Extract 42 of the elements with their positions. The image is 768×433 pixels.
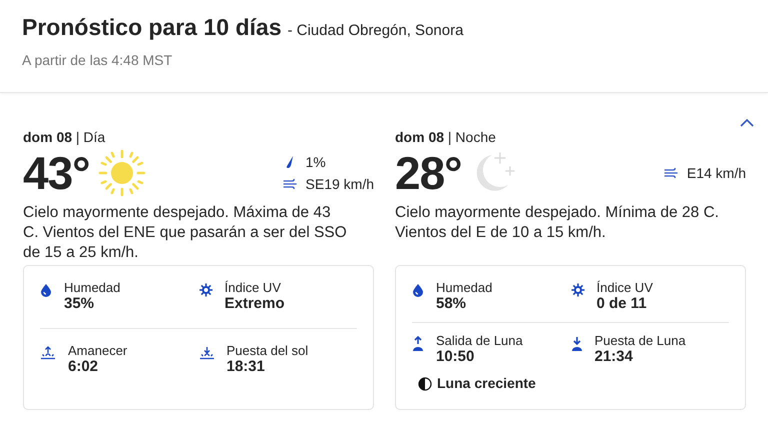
drop-icon xyxy=(412,283,424,297)
sun-icon xyxy=(570,283,584,297)
forecast-description: Cielo mayormente despejado. Mínima de 28 C. Vientos del E de 10 a 15 km/h. xyxy=(395,203,720,243)
detail-label: Puesta del sol xyxy=(226,343,308,358)
detail-label: Salida de Luna xyxy=(436,333,524,348)
forecast-description: Cielo mayormente despejado. Máxima de 43 C. Vientos del ENE que pasarán a ser del SSO de 15 a 25 km/h. xyxy=(23,203,348,263)
detail-value: 18:31 xyxy=(226,358,266,375)
page-title: Pronóstico para 10 días xyxy=(22,14,282,41)
temperature: 28° xyxy=(395,146,462,200)
stat-value: E14 km/h xyxy=(686,165,746,181)
detail-value: 10:50 xyxy=(436,348,476,365)
detail-label: Índice UV xyxy=(596,280,653,295)
stat-value: 1% xyxy=(306,154,326,170)
detail-value: 58% xyxy=(436,295,468,312)
half-moon-icon xyxy=(418,377,432,391)
detail-value: 21:34 xyxy=(594,348,634,365)
detail-label: Humedad xyxy=(436,280,492,295)
temperature: 43° xyxy=(23,146,90,200)
detail-label: Puesta de Luna xyxy=(594,333,686,348)
detail-value: 35% xyxy=(64,295,96,312)
chevron-icon xyxy=(740,118,754,127)
sun-icon xyxy=(198,283,212,297)
moonset-icon xyxy=(570,336,582,352)
updated-time: A partir de las 4:48 MST xyxy=(22,52,174,68)
period-label: dom 08 | Noche xyxy=(395,129,497,145)
moon-phase: Luna creciente xyxy=(437,374,536,390)
drop-icon xyxy=(40,283,52,297)
wind-icon xyxy=(282,178,297,190)
moonrise-icon xyxy=(412,336,424,352)
detail-value: 0 de 11 xyxy=(596,295,648,312)
sunrise-icon xyxy=(40,346,56,360)
period-label: dom 08 | Día xyxy=(23,129,106,145)
sun-icon xyxy=(98,149,146,197)
location-text: - Ciudad Obregón, Sonora xyxy=(287,22,464,39)
detail-value: 6:02 xyxy=(68,358,100,375)
stat-value: SE19 km/h xyxy=(306,176,374,192)
detail-label: Índice UV xyxy=(224,280,282,295)
detail-label: Humedad xyxy=(64,280,120,295)
wind-icon xyxy=(664,167,678,179)
sunset-icon xyxy=(198,346,214,360)
detail-value: Extremo xyxy=(224,295,285,312)
detail-label: Amanecer xyxy=(68,343,128,358)
